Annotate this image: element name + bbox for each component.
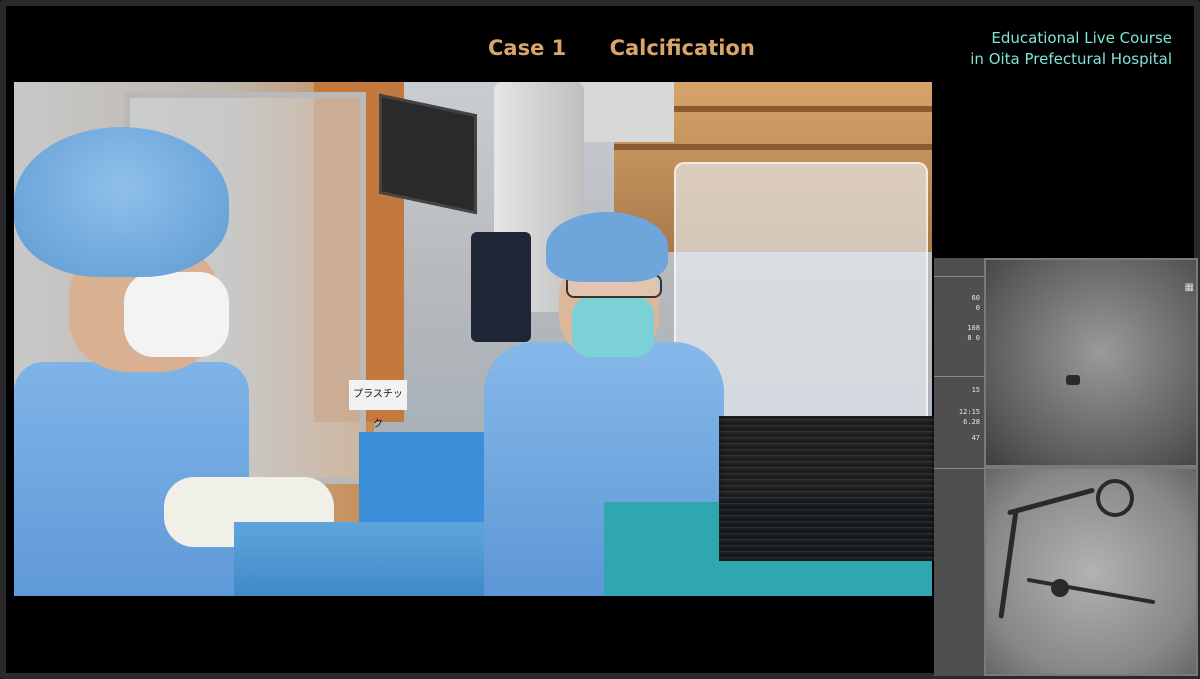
shelf-board: [614, 144, 932, 150]
vital-value: 0: [975, 304, 980, 312]
coronary-vessel: [998, 509, 1019, 619]
coronary-vessel: [1006, 487, 1096, 516]
case-topic: Calcification: [609, 36, 755, 60]
angiogram-frame-bottom: [986, 469, 1196, 674]
course-title-line1: Educational Live Course: [991, 29, 1172, 47]
calcified-lesion: [1051, 579, 1069, 597]
course-title-line2: in Oita Prefectural Hospital: [970, 50, 1172, 68]
grid-icon[interactable]: ▦: [1185, 282, 1194, 293]
vital-value: 8 0: [967, 334, 980, 342]
surgical-mask: [124, 272, 229, 357]
vital-value: 12:15: [958, 408, 980, 416]
case-title: Case 1 Calcification: [488, 36, 755, 60]
video-frame: Case 1 Calcification Educational Live Co…: [0, 0, 1200, 679]
surgical-cap: [14, 127, 229, 277]
divider: [934, 468, 984, 469]
surgical-cap: [546, 212, 668, 282]
wall-monitor: [379, 93, 477, 215]
vital-value: 47: [971, 434, 980, 442]
case-number: Case 1: [488, 36, 567, 60]
divider: [934, 376, 984, 377]
coronary-vessel: [1026, 577, 1156, 605]
lesion-mark: [1066, 375, 1080, 385]
angiography-panel[interactable]: 60 0 108 8 0 15 12:15 6.28 47 ▦: [934, 258, 1198, 676]
vital-value: 15: [971, 386, 980, 394]
angiogram-frame-top: [986, 260, 1196, 465]
vital-value: 6.28: [963, 418, 980, 426]
vitals-sidebar: 60 0 108 8 0 15 12:15 6.28 47: [934, 258, 984, 676]
divider: [934, 276, 984, 277]
surgeon-left: [14, 102, 334, 596]
plastic-sign: プラスチック: [349, 380, 407, 430]
coronary-loop: [1096, 479, 1134, 517]
course-title: Educational Live Course in Oita Prefectu…: [970, 28, 1172, 70]
vital-value: 108: [967, 324, 980, 332]
video-glitch-overlay: [719, 416, 934, 561]
surgical-mask: [572, 297, 654, 357]
vital-value: 60: [971, 294, 980, 302]
